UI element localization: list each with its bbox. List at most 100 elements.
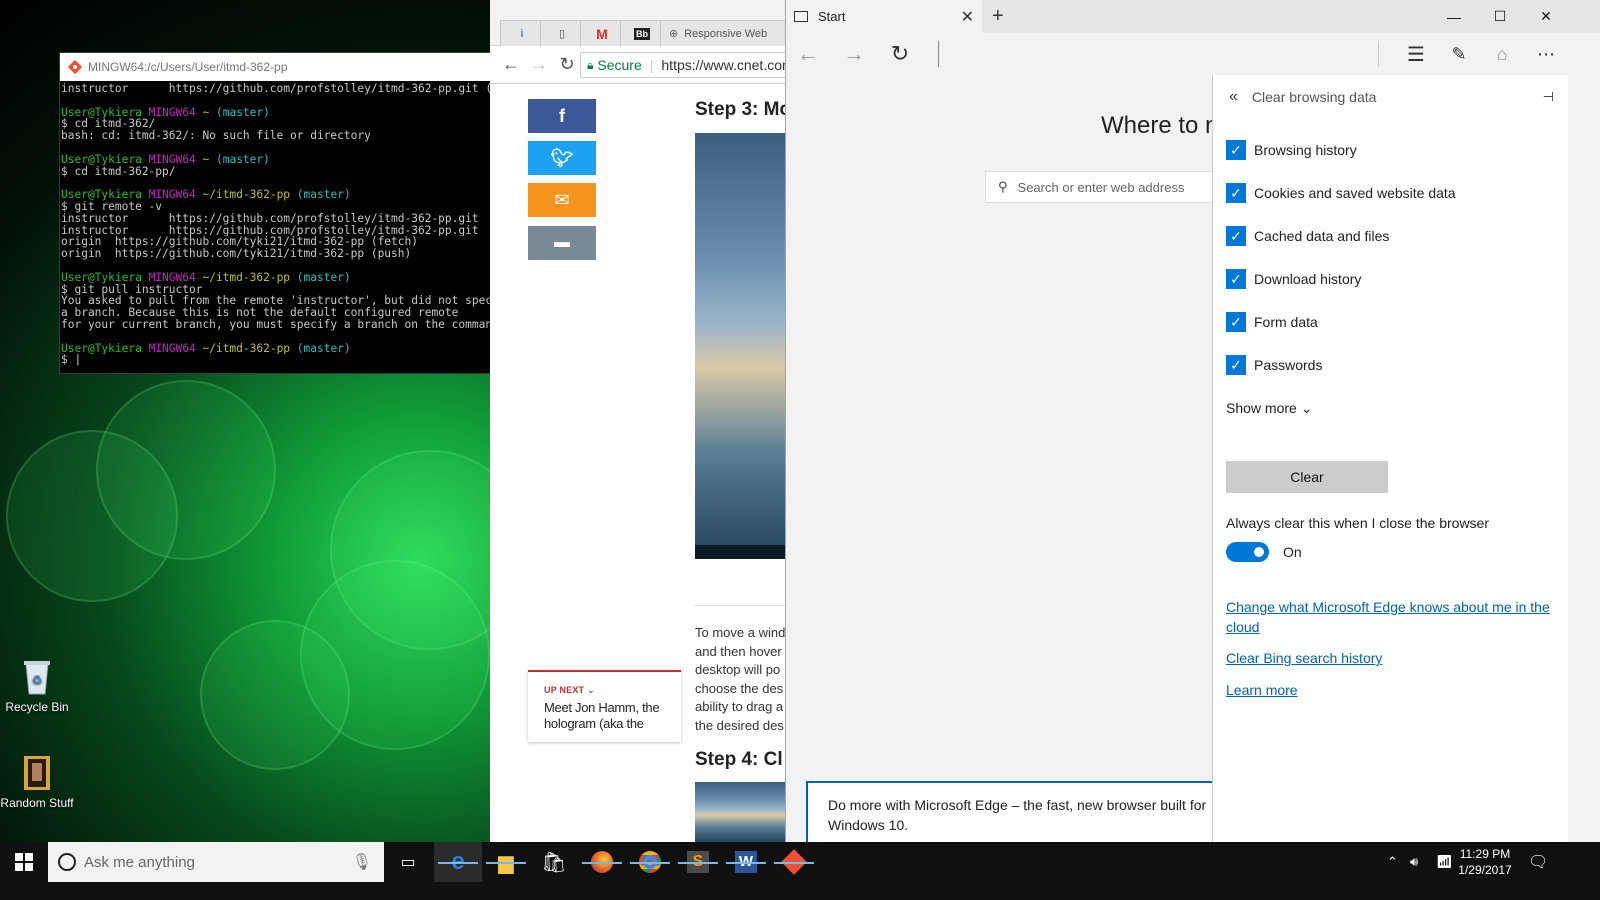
action-center-icon[interactable]: 🗨︎ <box>1528 842 1548 882</box>
terminal-line: $ cd itmd-362-pp/ <box>61 165 176 178</box>
article-body: To move a windo and then hover desktop w… <box>695 625 787 733</box>
terminal-line: origin https://github.com/tyki21/itmd-36… <box>61 236 418 249</box>
microphone-icon[interactable]: 🎙︎ <box>352 852 372 872</box>
checkbox-browsing-history[interactable]: ✓ Browsing history <box>1226 140 1357 160</box>
terminal-line: for your current branch, you must specif… <box>61 318 497 331</box>
terminal-line: User@Tykiera MINGW64 ~/itmd-362-pp (mast… <box>61 271 351 284</box>
chevron-down-icon: ⌄ <box>586 685 595 695</box>
double-chevron-left-icon[interactable]: « <box>1229 88 1238 106</box>
checkbox-form-data[interactable]: ✓ Form data <box>1226 312 1318 332</box>
taskbar-git[interactable] <box>770 842 818 882</box>
tray-chevron-icon[interactable]: ⌃ <box>1387 842 1398 882</box>
always-clear-toggle[interactable] <box>1226 542 1269 562</box>
more-icon[interactable]: ⋯ <box>1528 41 1564 67</box>
comment-icon: ▬ <box>554 234 570 251</box>
twitter-icon: 🐦︎ <box>550 147 574 168</box>
back-arrow-icon[interactable]: ← <box>500 54 522 75</box>
twitter-share-button[interactable]: 🐦︎ <box>528 141 596 175</box>
taskbar-edge[interactable]: e <box>434 842 482 882</box>
refresh-icon[interactable]: ↻ <box>882 41 918 67</box>
gitbash-titlebar[interactable]: MINGW64:/c/Users/User/itmd-362-pp <box>60 53 498 81</box>
pin-icon[interactable]: ⊣ <box>1543 89 1554 105</box>
edge-tab-title: Start <box>818 9 846 24</box>
taskbar: Ask me anything 🎙︎ ▭ e ▆ 🛍︎ S W ⌃ 🔊︎ 📶︎ … <box>0 842 1600 900</box>
toolbar-divider <box>938 41 939 67</box>
desktop-icon-random-stuff[interactable]: Random Stuff <box>0 754 77 810</box>
always-clear-label: Always clear this when I close the brows… <box>1226 515 1489 531</box>
clock-time: 11:29 PM <box>1459 847 1511 861</box>
terminal-line: You asked to pull from the remote 'instr… <box>61 295 497 308</box>
terminal-line: User@Tykiera MINGW64 ~/itmd-362-pp (mast… <box>61 189 351 201</box>
web-note-icon[interactable]: ✎ <box>1441 41 1477 67</box>
address-bar[interactable]: 🔒︎ Secure | https://www.cnet.com <box>580 52 810 78</box>
article-image-2 <box>695 782 787 842</box>
back-arrow-icon[interactable]: ← <box>790 41 826 67</box>
share-icon[interactable]: ⌂ <box>1484 41 1520 67</box>
edge-search-input[interactable]: ⚲ Search or enter web address <box>985 171 1225 203</box>
maximize-button[interactable]: ☐ <box>1477 0 1523 33</box>
facebook-icon: f <box>559 105 565 126</box>
link-learn-more[interactable]: Learn more <box>1226 681 1556 701</box>
edge-toolbar: ← → ↻ ☰ ✎ ⌂ ⋯ <box>786 33 1600 75</box>
facebook-share-button[interactable]: f <box>528 99 596 133</box>
email-share-button[interactable]: ✉ <box>528 183 596 217</box>
chrome-tab-page[interactable]: ▯ <box>540 20 584 46</box>
taskbar-chrome[interactable] <box>626 842 674 882</box>
terminal-output[interactable]: instructor https://github.com/profstolle… <box>60 81 498 368</box>
gitbash-window[interactable]: MINGW64:/c/Users/User/itmd-362-pp instru… <box>59 52 499 374</box>
network-icon[interactable]: 📶︎ <box>1436 842 1453 882</box>
taskbar-word[interactable]: W <box>722 842 770 882</box>
taskbar-clock[interactable]: 11:29 PM 1/29/2017 <box>1455 846 1515 878</box>
checkmark-icon: ✓ <box>1226 226 1246 246</box>
secure-label: Secure <box>597 57 642 73</box>
show-more-link[interactable]: Show more ⌄ <box>1226 400 1312 417</box>
address-divider: | <box>649 57 654 73</box>
up-next-card[interactable]: UP NEXT ⌄ Meet Jon Hamm, the hologram (a… <box>528 670 681 742</box>
link-edge-cloud[interactable]: Change what Microsoft Edge knows about m… <box>1226 598 1556 637</box>
clear-button[interactable]: Clear <box>1226 461 1388 493</box>
comment-share-button[interactable]: ▬ <box>528 226 596 260</box>
close-window-button[interactable]: ✕ <box>1523 0 1569 33</box>
toggle-knob <box>1254 547 1264 557</box>
taskbar-firefox[interactable] <box>578 842 626 882</box>
terminal-line: $ git pull instructor <box>61 283 203 296</box>
store-icon: 🛍︎ <box>541 851 567 874</box>
checkbox-passwords[interactable]: ✓ Passwords <box>1226 355 1322 375</box>
minimize-button[interactable]: — <box>1431 0 1477 33</box>
forward-arrow-icon[interactable]: → <box>836 41 872 67</box>
chrome-tab-info[interactable]: i <box>500 20 544 46</box>
checkbox-cookies[interactable]: ✓ Cookies and saved website data <box>1226 183 1456 203</box>
checkbox-cached-data[interactable]: ✓ Cached data and files <box>1226 226 1389 246</box>
edge-promo-banner[interactable]: Do more with Microsoft Edge – the fast, … <box>806 781 1226 842</box>
chrome-tab-label: Responsive Web <box>684 27 768 40</box>
forward-arrow-icon[interactable]: → <box>528 54 550 75</box>
cortana-search-box[interactable]: Ask me anything 🎙︎ <box>48 842 384 882</box>
blackboard-icon: Bb <box>634 27 650 40</box>
checkbox-download-history[interactable]: ✓ Download history <box>1226 269 1361 289</box>
task-view-button[interactable]: ▭ <box>386 842 430 882</box>
new-tab-icon[interactable]: + <box>992 5 1004 28</box>
desktop-icon-recycle-bin[interactable]: ♻ Recycle Bin <box>0 658 77 714</box>
chrome-tab-blackboard[interactable]: Bb <box>620 20 664 46</box>
info-icon: i <box>520 27 524 40</box>
article-divider <box>695 605 787 606</box>
link-clear-bing[interactable]: Clear Bing search history <box>1226 649 1556 669</box>
volume-icon[interactable]: 🔊︎ <box>1410 842 1418 882</box>
article-image <box>695 133 787 559</box>
taskbar-store[interactable]: 🛍︎ <box>530 842 578 882</box>
desktop-icon-label: Recycle Bin <box>5 700 69 714</box>
reload-icon[interactable]: ↻ <box>556 54 578 75</box>
start-button[interactable] <box>0 842 48 882</box>
close-tab-icon[interactable]: ✕ <box>961 7 974 27</box>
toolbar-divider <box>1378 41 1379 67</box>
checkmark-icon: ✓ <box>1226 183 1246 203</box>
tab-page-icon <box>794 11 808 22</box>
where-to-next-heading: Where to n <box>1101 112 1219 139</box>
chrome-tab-gmail[interactable]: M <box>580 20 624 46</box>
url-text: https://www.cnet.com <box>661 57 794 73</box>
taskbar-file-explorer[interactable]: ▆ <box>482 842 530 882</box>
edge-tab-start[interactable]: Start ✕ <box>786 0 982 33</box>
hub-icon[interactable]: ☰ <box>1398 41 1434 67</box>
taskbar-sublime[interactable]: S <box>674 842 722 882</box>
